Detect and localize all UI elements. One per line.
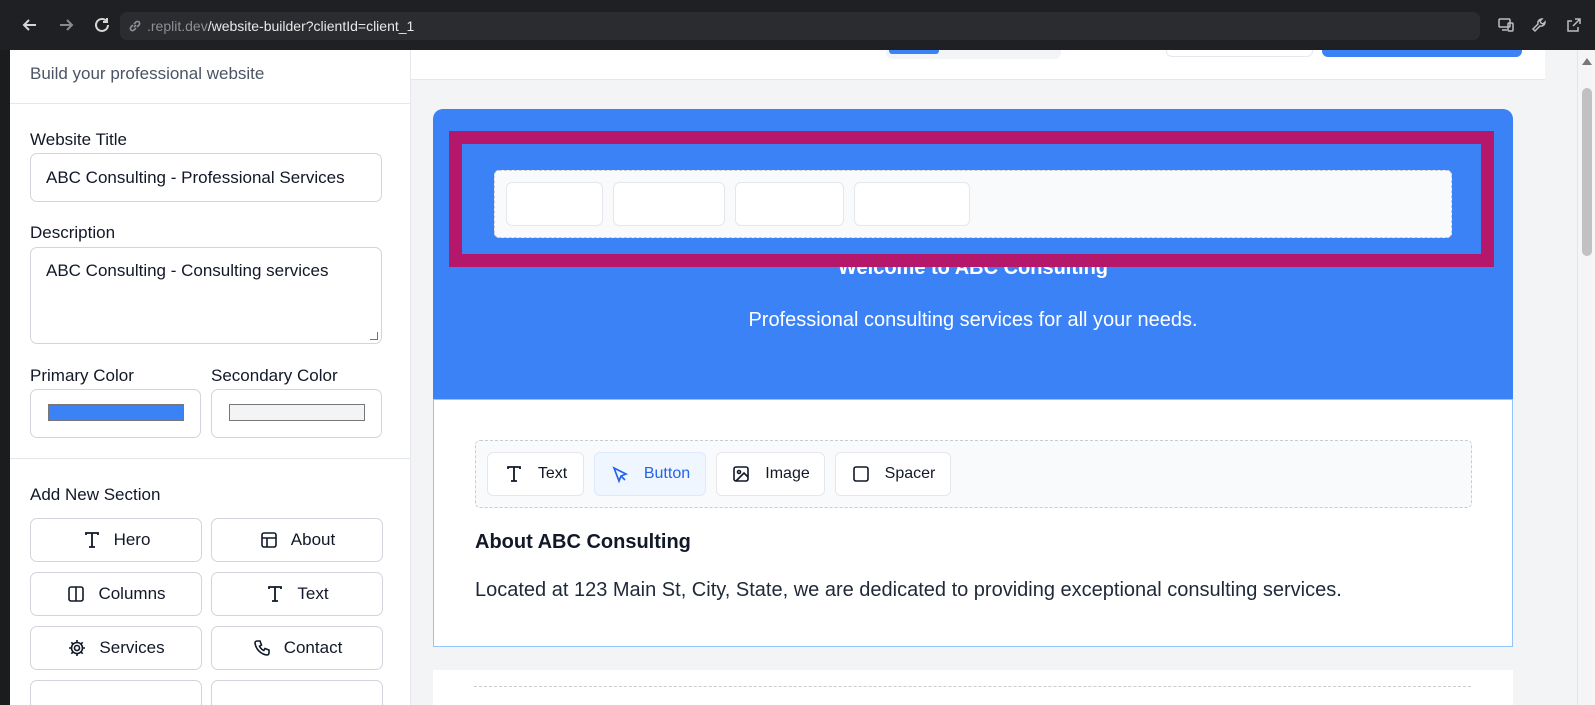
- divider: [10, 103, 410, 104]
- back-icon[interactable]: [12, 7, 48, 43]
- description-label: Description: [30, 223, 116, 242]
- hero-toolbar-button[interactable]: [506, 182, 603, 226]
- text-type-icon: [506, 466, 521, 482]
- website-title-label: Website Title: [30, 130, 128, 149]
- add-text-element-button[interactable]: Text: [487, 452, 584, 496]
- hero-section[interactable]: Welcome to ABC Consulting Professional c…: [433, 109, 1513, 399]
- primary-color-label: Primary Color: [30, 366, 134, 385]
- section-button-label: Services: [99, 638, 165, 657]
- text-type-icon: [84, 532, 99, 548]
- wrench-icon[interactable]: [1529, 14, 1551, 36]
- url-path: /website-builder?clientId=client_1: [207, 18, 415, 34]
- primary-color-picker[interactable]: [30, 389, 201, 438]
- add-section-label: Add New Section: [30, 485, 161, 504]
- layout-icon: [260, 532, 277, 548]
- scrollbar-thumb[interactable]: [1582, 88, 1592, 256]
- add-section-button-more[interactable]: [30, 680, 202, 705]
- window-edge: [0, 50, 10, 705]
- about-element-toolbar: Text Button Image Spacer: [475, 440, 1472, 508]
- preview-button[interactable]: [1166, 50, 1313, 57]
- add-section-button-more[interactable]: [211, 680, 383, 705]
- devices-icon[interactable]: [1495, 14, 1517, 36]
- add-contact-button[interactable]: Contact: [211, 626, 383, 670]
- view-toggle-active[interactable]: [889, 50, 939, 54]
- resize-handle[interactable]: [370, 332, 378, 340]
- about-section[interactable]: Text Button Image Spacer About ABC Consu…: [433, 399, 1513, 647]
- link-icon: [129, 20, 141, 32]
- add-about-button[interactable]: About: [211, 518, 383, 562]
- text-type-icon: [268, 586, 283, 602]
- hero-element-toolbar: [494, 170, 1452, 238]
- section-button-label: Text: [297, 584, 329, 603]
- builder-sidebar: Build your professional website Website …: [10, 50, 411, 705]
- primary-color-swatch: [48, 404, 184, 421]
- gear-icon: [69, 640, 86, 656]
- hero-toolbar-button[interactable]: [735, 182, 844, 226]
- sidebar-subtitle: Build your professional website: [30, 64, 265, 83]
- add-text-button[interactable]: Text: [211, 572, 383, 616]
- add-spacer-element-button[interactable]: Spacer: [835, 452, 951, 496]
- next-section-toolbar: [474, 686, 1471, 705]
- about-title[interactable]: About ABC Consulting: [475, 531, 691, 554]
- hero-subtitle: Professional consulting services for all…: [748, 309, 1198, 331]
- secondary-color-label: Secondary Color: [211, 366, 338, 385]
- browser-toolbar: .replit.dev/website-builder?clientId=cli…: [0, 0, 1595, 50]
- square-icon: [852, 466, 869, 482]
- add-services-button[interactable]: Services: [30, 626, 202, 670]
- secondary-color-swatch: [229, 404, 365, 421]
- element-button-label: Button: [643, 465, 691, 482]
- scroll-up-arrow-icon[interactable]: [1582, 58, 1592, 65]
- section-button-label: Hero: [113, 530, 151, 549]
- address-bar[interactable]: .replit.dev/website-builder?clientId=cli…: [120, 12, 1480, 40]
- add-hero-button[interactable]: Hero: [30, 518, 202, 562]
- about-body[interactable]: Located at 123 Main St, City, State, we …: [475, 579, 1342, 602]
- website-title-input[interactable]: ABC Consulting - Professional Services: [30, 153, 382, 202]
- add-columns-button[interactable]: Columns: [30, 572, 202, 616]
- hero-toolbar-button[interactable]: [854, 182, 970, 226]
- preview-canvas: Welcome to ABC Consulting Professional c…: [411, 50, 1595, 705]
- phone-icon: [253, 640, 270, 656]
- url-host: .replit.dev: [147, 18, 208, 34]
- columns-icon: [68, 586, 85, 602]
- add-button-element-button[interactable]: Button: [594, 452, 706, 496]
- canvas-topbar: [411, 50, 1545, 80]
- external-link-icon[interactable]: [1563, 14, 1585, 36]
- description-value: ABC Consulting - Consulting services: [46, 261, 329, 280]
- add-image-element-button[interactable]: Image: [716, 452, 825, 496]
- cursor-pointer-icon: [612, 466, 628, 484]
- image-icon: [733, 466, 750, 482]
- element-button-label: Spacer: [884, 465, 936, 482]
- secondary-color-picker[interactable]: [211, 389, 382, 438]
- section-button-label: About: [290, 530, 336, 549]
- next-section[interactable]: [433, 670, 1513, 705]
- forward-icon[interactable]: [48, 7, 84, 43]
- element-button-label: Image: [765, 465, 810, 482]
- reload-icon[interactable]: [84, 7, 120, 43]
- element-button-label: Text: [537, 465, 568, 482]
- save-button[interactable]: [1322, 50, 1522, 57]
- section-button-label: Contact: [283, 638, 343, 657]
- divider: [10, 458, 410, 459]
- description-textarea[interactable]: ABC Consulting - Consulting services: [30, 247, 382, 344]
- hero-toolbar-button[interactable]: [613, 182, 725, 226]
- section-button-label: Columns: [98, 584, 166, 603]
- scrollbar[interactable]: [1577, 50, 1595, 705]
